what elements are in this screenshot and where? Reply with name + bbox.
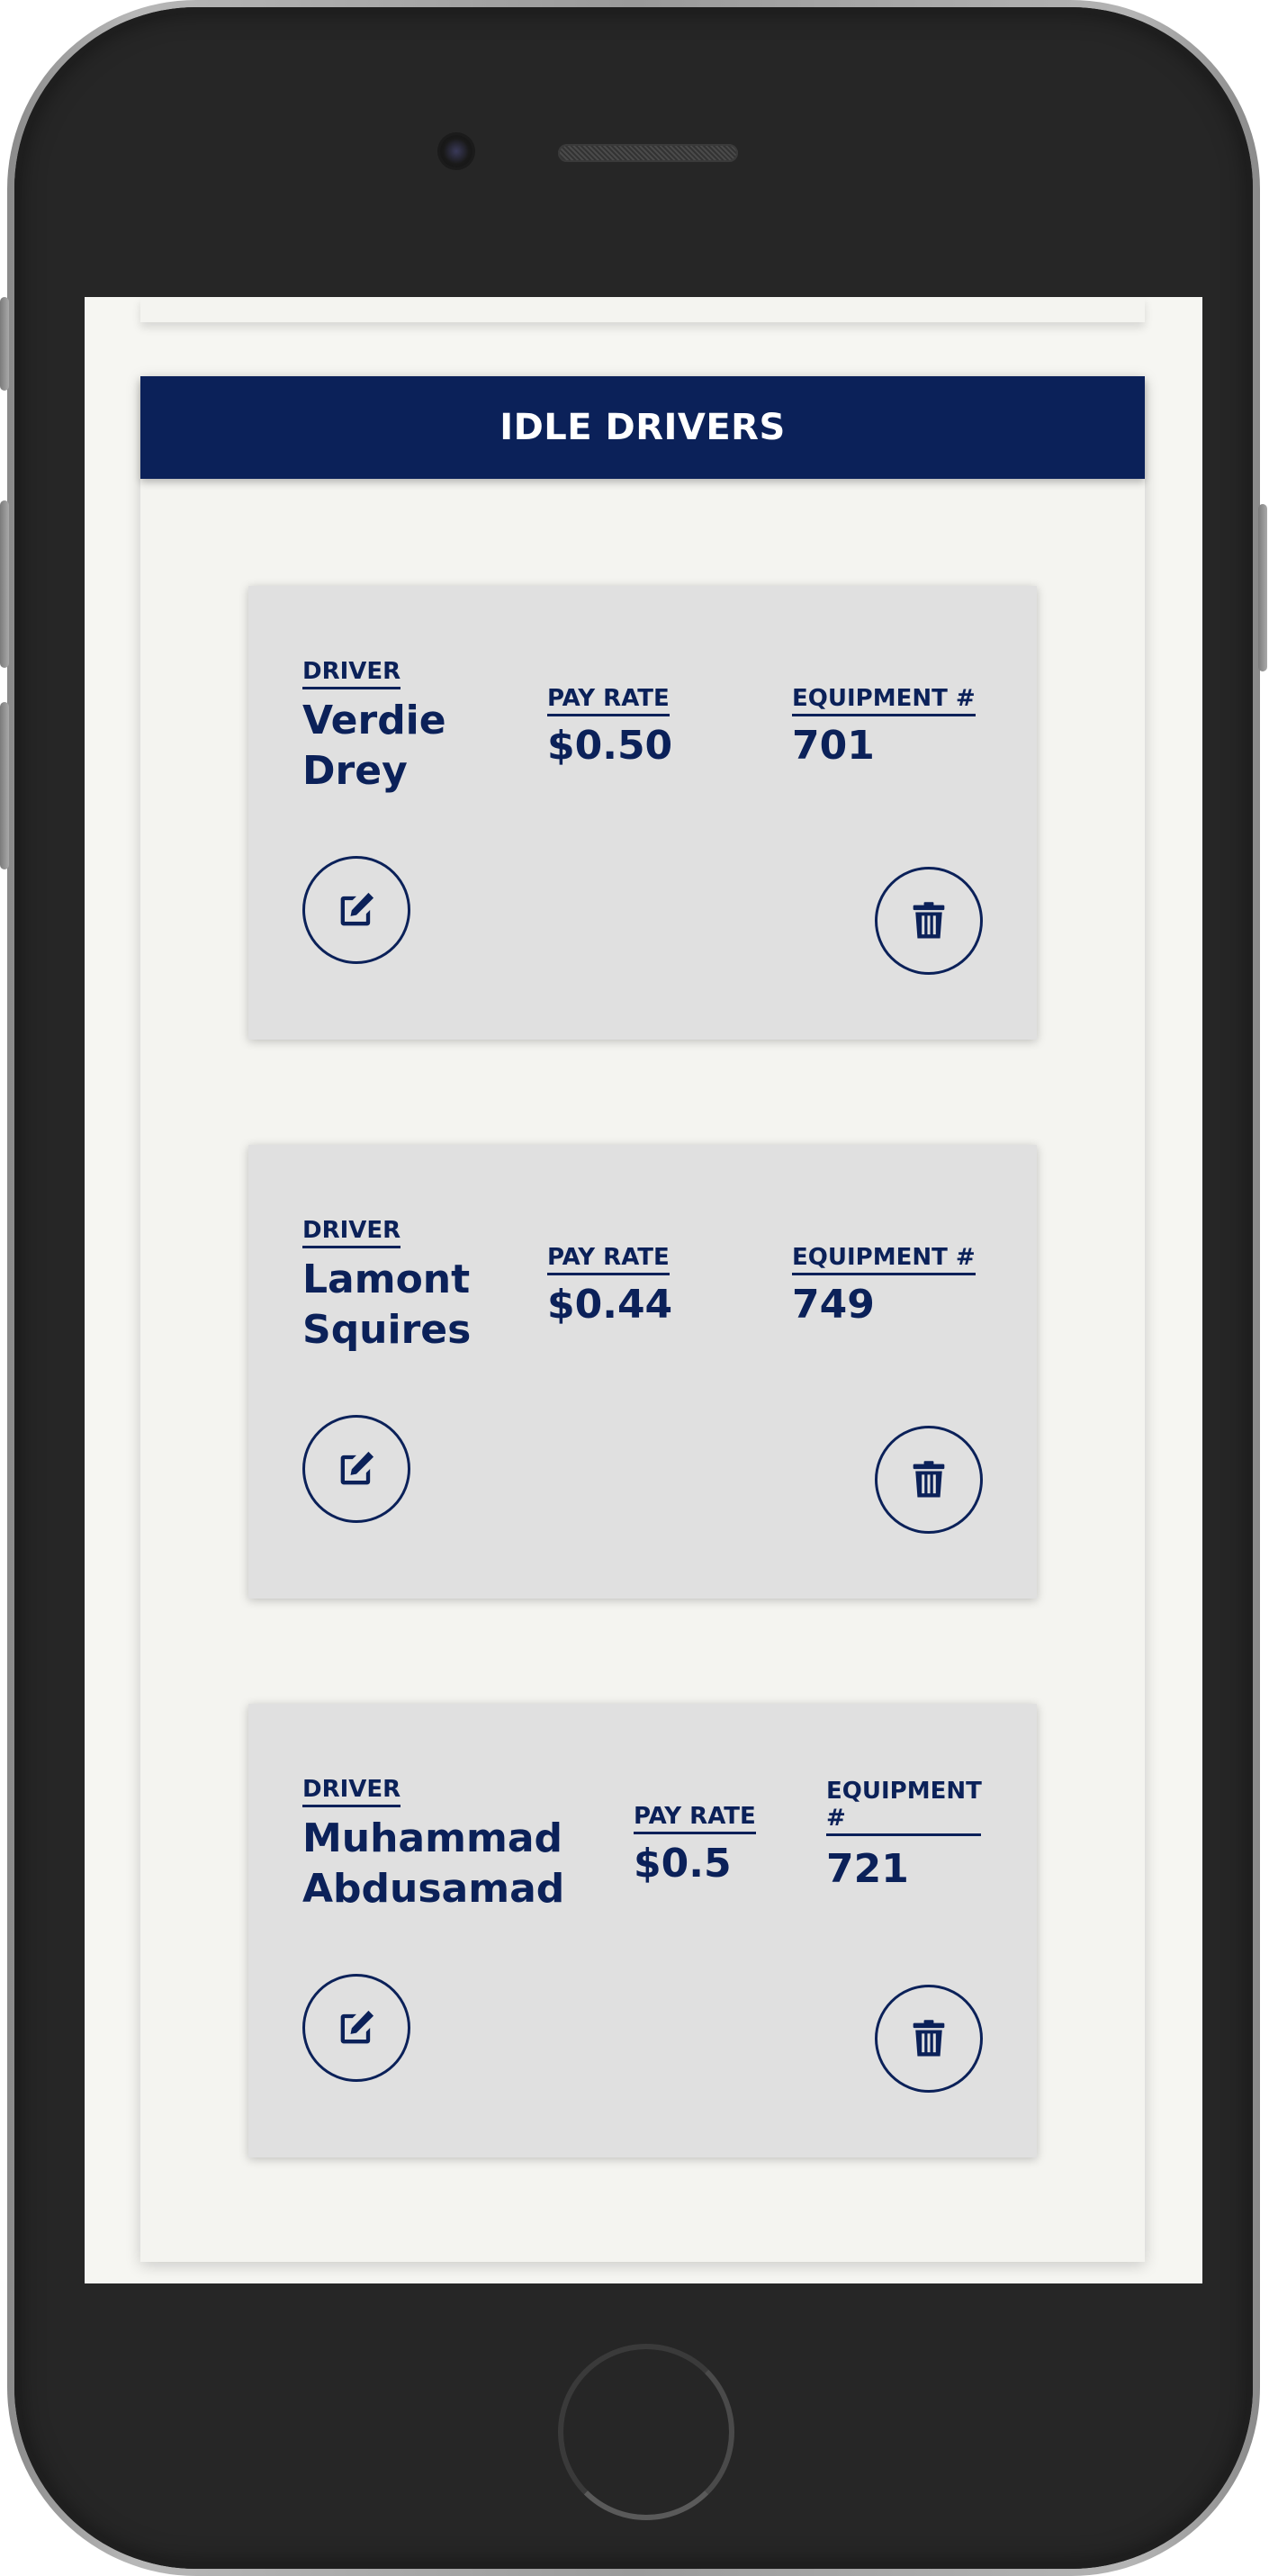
edit-button[interactable]	[302, 1974, 410, 2082]
trash-icon	[913, 902, 945, 939]
power-button	[1258, 504, 1267, 671]
previous-section-edge	[140, 297, 1145, 322]
trash-icon	[913, 1461, 945, 1498]
equipment-value: 749	[792, 1282, 875, 1328]
driver-label: DRIVER	[302, 658, 401, 689]
equipment-value: 701	[792, 723, 875, 769]
driver-first-name: Lamont	[302, 1256, 471, 1302]
driver-card: DRIVER Lamont Squires PAY RATE $0.44 EQU…	[248, 1145, 1037, 1599]
idle-drivers-section: IDLE DRIVERS DRIVER Verdie Drey PAY RATE…	[140, 376, 1145, 2262]
driver-first-name: Verdie	[302, 698, 446, 743]
earpiece-speaker	[558, 144, 738, 162]
pay-rate-label: PAY RATE	[634, 1803, 756, 1834]
driver-first-name: Muhammad	[302, 1815, 563, 1861]
edit-icon	[340, 2010, 374, 2044]
driver-card: DRIVER Muhammad Abdusamad PAY RATE $0.5 …	[248, 1704, 1037, 2157]
driver-card: DRIVER Verdie Drey PAY RATE $0.50 EQUIPM…	[248, 586, 1037, 1040]
driver-label: DRIVER	[302, 1776, 401, 1807]
driver-name: Lamont Squires	[302, 1255, 536, 1356]
driver-last-name: Abdusamad	[302, 1866, 565, 1912]
equipment-label: EQUIPMENT #	[826, 1778, 982, 1836]
phone-frame: IDLE DRIVERS DRIVER Verdie Drey PAY RATE…	[7, 0, 1260, 2576]
home-button[interactable]	[558, 2344, 734, 2520]
edit-button[interactable]	[302, 856, 410, 964]
pay-rate-value: $0.50	[547, 723, 673, 769]
delete-button[interactable]	[875, 1985, 983, 2093]
pay-rate-label: PAY RATE	[547, 685, 670, 716]
trash-icon	[913, 2020, 945, 2057]
mute-switch	[0, 297, 9, 391]
edit-icon	[340, 892, 374, 926]
equipment-label: EQUIPMENT #	[792, 1244, 976, 1275]
equipment-value: 721	[826, 1846, 909, 1892]
volume-up-button	[0, 500, 9, 668]
volume-down-button	[0, 702, 9, 869]
delete-button[interactable]	[875, 1426, 983, 1534]
delete-button[interactable]	[875, 867, 983, 975]
pay-rate-value: $0.5	[634, 1841, 732, 1887]
driver-label: DRIVER	[302, 1217, 401, 1248]
pay-rate-value: $0.44	[547, 1282, 673, 1328]
front-camera	[440, 135, 472, 167]
driver-name: Verdie Drey	[302, 696, 518, 797]
phone-body: IDLE DRIVERS DRIVER Verdie Drey PAY RATE…	[14, 7, 1253, 2569]
driver-last-name: Squires	[302, 1307, 472, 1353]
screen: IDLE DRIVERS DRIVER Verdie Drey PAY RATE…	[85, 297, 1202, 2283]
pay-rate-label: PAY RATE	[547, 1244, 670, 1275]
equipment-label: EQUIPMENT #	[792, 685, 976, 716]
driver-last-name: Drey	[302, 748, 408, 794]
edit-icon	[340, 1451, 374, 1485]
driver-name: Muhammad Abdusamad	[302, 1814, 599, 1914]
edit-button[interactable]	[302, 1415, 410, 1523]
section-title: IDLE DRIVERS	[140, 376, 1145, 479]
